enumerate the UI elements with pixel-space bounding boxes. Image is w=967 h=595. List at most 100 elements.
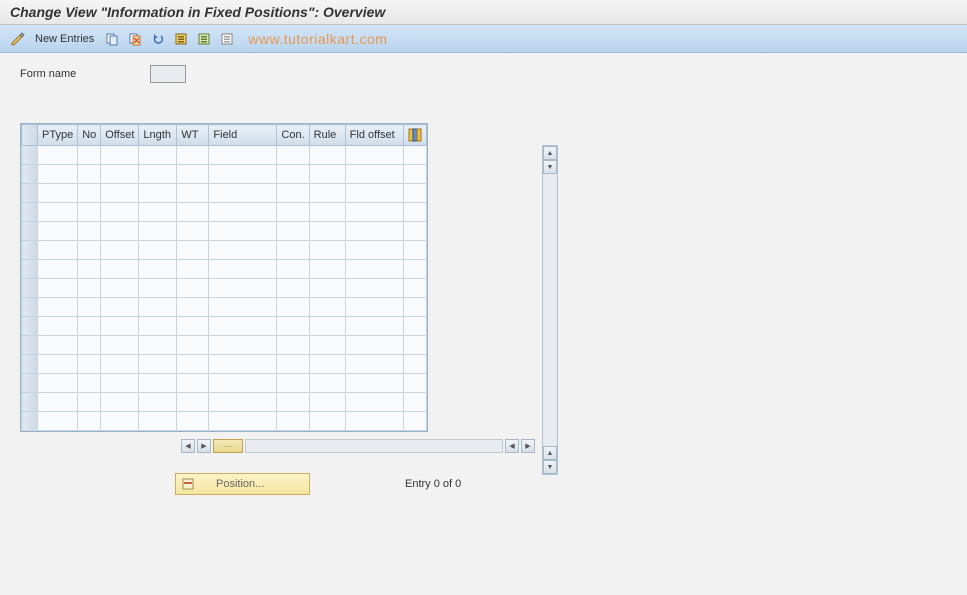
delete-icon[interactable] [125,29,145,49]
table-cell[interactable] [101,203,139,222]
table-cell[interactable] [101,279,139,298]
table-cell[interactable] [38,203,78,222]
position-button[interactable]: Position... [175,473,310,495]
table-row[interactable] [22,279,427,298]
column-offset[interactable]: Offset [101,125,139,146]
table-cell[interactable] [78,317,101,336]
table-cell[interactable] [139,298,177,317]
table-cell[interactable] [209,203,277,222]
table-cell[interactable] [78,260,101,279]
table-cell[interactable] [38,317,78,336]
table-cell[interactable] [403,336,426,355]
table-cell[interactable] [78,298,101,317]
table-cell[interactable] [177,355,209,374]
form-name-input[interactable] [150,65,186,83]
table-cell[interactable] [101,317,139,336]
table-cell[interactable] [177,279,209,298]
table-cell[interactable] [78,165,101,184]
table-cell[interactable] [403,374,426,393]
table-cell[interactable] [38,412,78,431]
table-cell[interactable] [309,355,345,374]
table-cell[interactable] [403,393,426,412]
deselect-all-icon[interactable] [217,29,237,49]
table-cell[interactable] [38,184,78,203]
table-cell[interactable] [177,260,209,279]
table-cell[interactable] [403,298,426,317]
table-cell[interactable] [177,412,209,431]
table-cell[interactable] [78,146,101,165]
copy-as-icon[interactable] [102,29,122,49]
column-fld-offset[interactable]: Fld offset [345,125,403,146]
table-cell[interactable] [345,336,403,355]
table-cell[interactable] [345,165,403,184]
row-selector[interactable] [22,184,38,203]
row-selector[interactable] [22,355,38,374]
table-cell[interactable] [139,165,177,184]
table-row[interactable] [22,412,427,431]
table-cell[interactable] [309,165,345,184]
table-cell[interactable] [101,184,139,203]
table-row[interactable] [22,393,427,412]
table-cell[interactable] [345,317,403,336]
table-cell[interactable] [403,355,426,374]
table-cell[interactable] [101,222,139,241]
scroll-left-button[interactable]: ◀ [181,439,195,453]
column-wt[interactable]: WT [177,125,209,146]
table-row[interactable] [22,184,427,203]
table-row[interactable] [22,317,427,336]
select-block-icon[interactable] [194,29,214,49]
table-cell[interactable] [38,374,78,393]
table-cell[interactable] [101,393,139,412]
table-cell[interactable] [277,241,309,260]
table-cell[interactable] [209,374,277,393]
table-cell[interactable] [209,355,277,374]
scroll-track[interactable] [543,174,557,446]
table-cell[interactable] [78,184,101,203]
table-cell[interactable] [345,203,403,222]
table-cell[interactable] [209,241,277,260]
column-rule[interactable]: Rule [309,125,345,146]
scroll-up-step-button[interactable]: ▲ [543,446,557,460]
table-cell[interactable] [139,279,177,298]
table-cell[interactable] [403,412,426,431]
table-row[interactable] [22,355,427,374]
table-cell[interactable] [277,184,309,203]
table-row[interactable] [22,203,427,222]
table-cell[interactable] [78,222,101,241]
table-cell[interactable] [101,412,139,431]
table-cell[interactable] [78,279,101,298]
row-selector[interactable] [22,336,38,355]
table-cell[interactable] [177,298,209,317]
table-cell[interactable] [78,203,101,222]
table-cell[interactable] [78,241,101,260]
table-cell[interactable] [277,355,309,374]
scroll-left-step-button[interactable]: ◀ [505,439,519,453]
table-cell[interactable] [139,260,177,279]
table-cell[interactable] [403,146,426,165]
table-row[interactable] [22,298,427,317]
table-cell[interactable] [345,222,403,241]
table-cell[interactable] [209,146,277,165]
table-cell[interactable] [101,165,139,184]
table-cell[interactable] [309,374,345,393]
table-cell[interactable] [309,279,345,298]
table-cell[interactable] [277,260,309,279]
table-cell[interactable] [139,317,177,336]
row-selector-header[interactable] [22,125,38,146]
table-cell[interactable] [38,222,78,241]
table-cell[interactable] [277,203,309,222]
table-cell[interactable] [78,355,101,374]
table-cell[interactable] [309,184,345,203]
table-cell[interactable] [38,336,78,355]
table-cell[interactable] [101,298,139,317]
table-cell[interactable] [277,165,309,184]
table-cell[interactable] [177,165,209,184]
hscroll-track[interactable] [245,439,503,453]
table-cell[interactable] [209,393,277,412]
table-cell[interactable] [139,222,177,241]
table-cell[interactable] [345,279,403,298]
table-row[interactable] [22,222,427,241]
table-cell[interactable] [403,279,426,298]
table-cell[interactable] [277,412,309,431]
table-cell[interactable] [78,393,101,412]
